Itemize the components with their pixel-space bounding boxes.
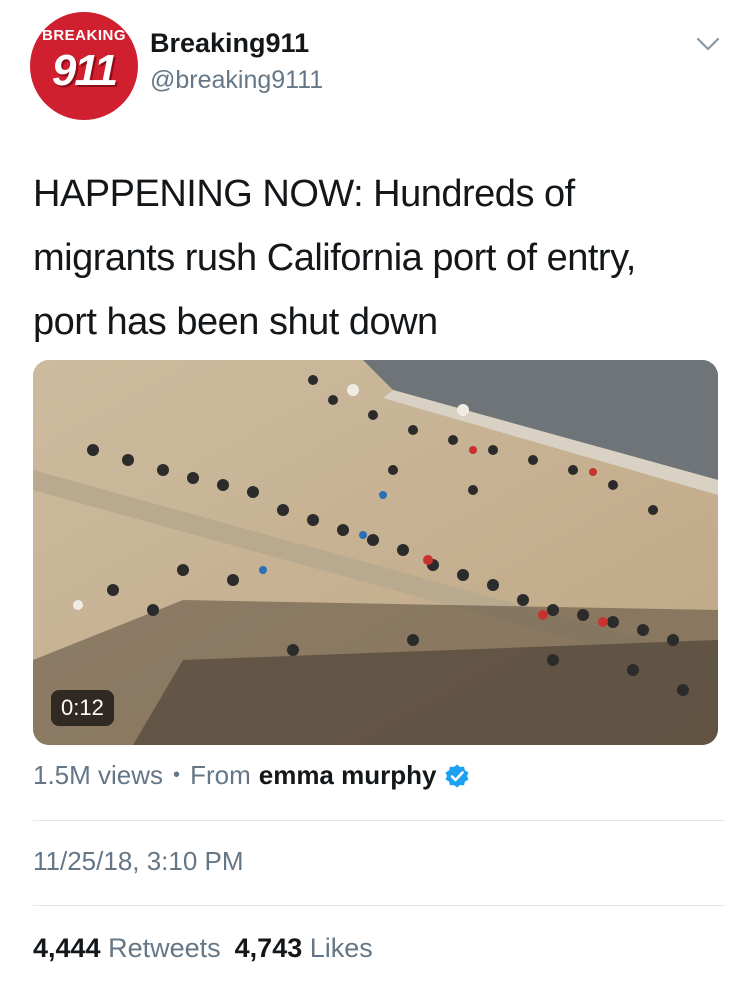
divider xyxy=(33,820,725,821)
view-count: 1.5M views xyxy=(33,760,164,790)
engagement-stats: 4,444 Retweets 4,743 Likes xyxy=(33,933,373,964)
tweet-text: HAPPENING NOW: Hundreds of migrants rush… xyxy=(33,162,723,354)
likes-stat[interactable]: 4,743 Likes xyxy=(235,933,373,963)
divider xyxy=(33,905,725,906)
separator-dot: • xyxy=(173,764,181,786)
video-player[interactable]: 0:12 xyxy=(33,360,718,745)
retweets-label: Retweets xyxy=(108,933,221,963)
video-duration: 0:12 xyxy=(51,690,114,726)
retweets-stat[interactable]: 4,444 Retweets xyxy=(33,933,221,963)
tweet-line: migrants rush California port of entry, xyxy=(33,237,636,279)
chevron-down-icon[interactable] xyxy=(694,30,722,58)
verified-badge-icon xyxy=(445,764,469,787)
video-thumbnail xyxy=(33,360,718,745)
tweet-line: port has been shut down xyxy=(33,301,438,343)
retweets-count: 4,444 xyxy=(33,933,101,963)
tweet-line: HAPPENING NOW: Hundreds of xyxy=(33,173,575,215)
tweet-timestamp[interactable]: 11/25/18, 3:10 PM xyxy=(33,846,244,877)
user-handle[interactable]: @breaking9111 xyxy=(150,66,323,95)
avatar-logo-number: 911 xyxy=(51,46,118,95)
view-count-row: 1.5M views • From emma murphy xyxy=(33,760,470,791)
display-name[interactable]: Breaking911 xyxy=(150,28,309,59)
likes-label: Likes xyxy=(309,933,373,963)
video-author-link[interactable]: emma murphy xyxy=(259,760,437,791)
likes-count: 4,743 xyxy=(234,933,303,963)
avatar-logo-text: BREAKING xyxy=(41,27,126,44)
from-label: From xyxy=(190,760,251,790)
avatar[interactable]: BREAKING 911 xyxy=(30,12,138,120)
